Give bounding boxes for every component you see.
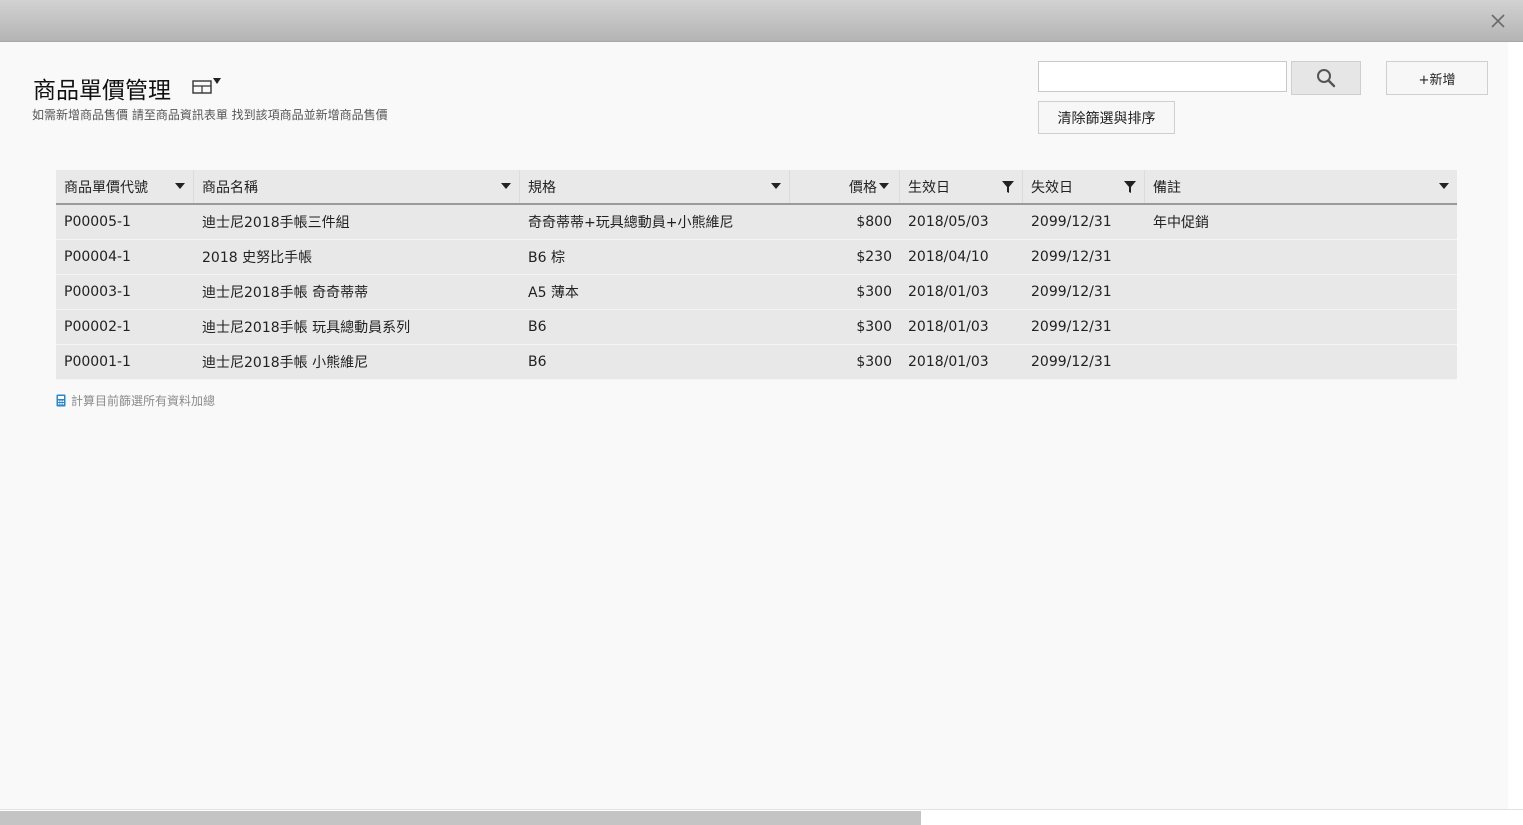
table-row[interactable]: P00001-1 迪士尼2018手帳 小熊維尼 B6 $300 2018/01/… — [56, 345, 1457, 380]
column-header-spec[interactable]: 規格 — [520, 170, 790, 203]
column-header-label: 備註 — [1153, 179, 1181, 196]
cell-note — [1145, 345, 1457, 379]
cell-end-date: 2099/12/31 — [1031, 354, 1112, 370]
column-header-label: 商品名稱 — [202, 179, 258, 196]
page-title: 商品單價管理 — [33, 78, 171, 104]
column-header-label: 商品單價代號 — [64, 179, 148, 196]
cell-spec: B6 棕 — [528, 250, 565, 266]
close-icon — [1491, 14, 1505, 28]
sort-caret-icon — [175, 183, 185, 189]
table-view-icon — [192, 80, 212, 94]
cell-end-date: 2099/12/31 — [1031, 214, 1112, 230]
horizontal-scrollbar[interactable] — [0, 809, 1523, 825]
column-header-name[interactable]: 商品名稱 — [194, 170, 520, 203]
search-input[interactable] — [1038, 61, 1287, 92]
window-titlebar — [0, 0, 1523, 42]
cell-code: P00004-1 — [64, 249, 131, 265]
column-header-label: 生效日 — [908, 179, 950, 196]
column-header-start-date[interactable]: 生效日 — [900, 170, 1023, 203]
column-header-price[interactable]: 價格 — [790, 170, 900, 203]
table-row[interactable]: P00003-1 迪士尼2018手帳 奇奇蒂蒂 A5 薄本 $300 2018/… — [56, 275, 1457, 310]
cell-end-date: 2099/12/31 — [1031, 284, 1112, 300]
sort-caret-icon — [879, 183, 889, 189]
sort-caret-icon — [1439, 183, 1449, 189]
calculate-sum-link[interactable]: 計算目前篩選所有資料加總 — [56, 392, 215, 409]
cell-start-date: 2018/05/03 — [908, 214, 989, 230]
cell-start-date: 2018/01/03 — [908, 319, 989, 335]
cell-name: 2018 史努比手帳 — [202, 250, 313, 266]
cell-price: $300 — [856, 284, 892, 300]
cell-name: 迪士尼2018手帳 小熊維尼 — [202, 355, 369, 371]
price-grid: 商品單價代號 商品名稱 規格 價格 生效日 失效日 備註 P00005-1 迪士… — [56, 170, 1457, 380]
page-subtitle: 如需新增商品售價 請至商品資訊表單 找到該項商品並新增商品售價 — [32, 108, 388, 122]
sort-caret-icon — [501, 183, 511, 189]
table-row[interactable]: P00002-1 迪士尼2018手帳 玩具總動員系列 B6 $300 2018/… — [56, 310, 1457, 345]
cell-spec: A5 薄本 — [528, 285, 579, 301]
sort-caret-icon — [771, 183, 781, 189]
column-header-code[interactable]: 商品單價代號 — [56, 170, 194, 203]
cell-code: P00005-1 — [64, 214, 131, 230]
calculator-icon — [56, 394, 66, 407]
cell-spec: 奇奇蒂蒂+玩具總動員+小熊維尼 — [528, 215, 734, 231]
cell-code: P00003-1 — [64, 284, 131, 300]
cell-note — [1145, 275, 1457, 309]
cell-price: $230 — [856, 249, 892, 265]
column-header-label: 規格 — [528, 179, 556, 196]
cell-end-date: 2099/12/31 — [1031, 249, 1112, 265]
cell-code: P00002-1 — [64, 319, 131, 335]
cell-name: 迪士尼2018手帳三件組 — [202, 215, 350, 231]
cell-start-date: 2018/01/03 — [908, 354, 989, 370]
right-edge — [1508, 42, 1523, 809]
table-row[interactable]: P00005-1 迪士尼2018手帳三件組 奇奇蒂蒂+玩具總動員+小熊維尼 $8… — [56, 205, 1457, 240]
content-area: 商品單價管理 如需新增商品售價 請至商品資訊表單 找到該項商品並新增商品售價 +… — [0, 42, 1508, 809]
cell-end-date: 2099/12/31 — [1031, 319, 1112, 335]
cell-spec: B6 — [528, 319, 547, 335]
cell-spec: B6 — [528, 354, 547, 370]
cell-code: P00001-1 — [64, 354, 131, 370]
cell-note — [1145, 310, 1457, 344]
column-header-label: 失效日 — [1031, 179, 1073, 196]
cell-price: $300 — [856, 319, 892, 335]
calculate-sum-label: 計算目前篩選所有資料加總 — [71, 394, 216, 408]
cell-note: 年中促銷 — [1153, 215, 1209, 231]
cell-note — [1145, 240, 1457, 274]
clear-filter-sort-button[interactable]: 清除篩選與排序 — [1038, 101, 1175, 134]
search-button[interactable] — [1291, 61, 1361, 95]
cell-price: $800 — [856, 214, 892, 230]
column-header-label: 價格 — [849, 179, 877, 196]
chevron-down-icon — [213, 78, 221, 84]
cell-name: 迪士尼2018手帳 玩具總動員系列 — [202, 320, 411, 336]
cell-start-date: 2018/04/10 — [908, 249, 989, 265]
table-row[interactable]: P00004-1 2018 史努比手帳 B6 棕 $230 2018/04/10… — [56, 240, 1457, 275]
cell-price: $300 — [856, 354, 892, 370]
filter-icon — [1124, 181, 1136, 193]
grid-header: 商品單價代號 商品名稱 規格 價格 生效日 失效日 備註 — [56, 170, 1457, 205]
cell-name: 迪士尼2018手帳 奇奇蒂蒂 — [202, 285, 369, 301]
column-header-end-date[interactable]: 失效日 — [1023, 170, 1145, 203]
filter-icon — [1002, 181, 1014, 193]
horizontal-scrollbar-thumb[interactable] — [0, 811, 921, 825]
column-header-note[interactable]: 備註 — [1145, 170, 1457, 203]
search-icon — [1317, 69, 1336, 88]
view-toggle-button[interactable] — [192, 78, 222, 94]
cell-start-date: 2018/01/03 — [908, 284, 989, 300]
add-button[interactable]: +新增 — [1386, 61, 1488, 95]
close-button[interactable] — [1485, 8, 1511, 34]
